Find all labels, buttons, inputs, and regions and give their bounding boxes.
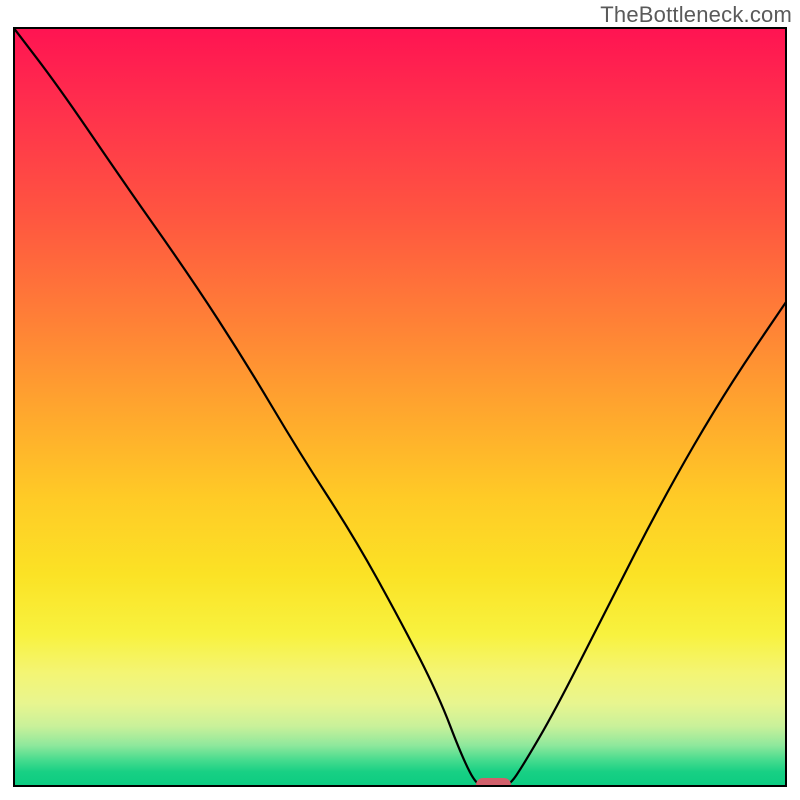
optimum-marker <box>476 778 511 787</box>
chart-container: TheBottleneck.com <box>0 0 800 800</box>
plot-area <box>13 27 787 787</box>
watermark-text: TheBottleneck.com <box>600 2 792 28</box>
curve-svg <box>13 27 787 787</box>
bottleneck-curve <box>13 27 787 787</box>
